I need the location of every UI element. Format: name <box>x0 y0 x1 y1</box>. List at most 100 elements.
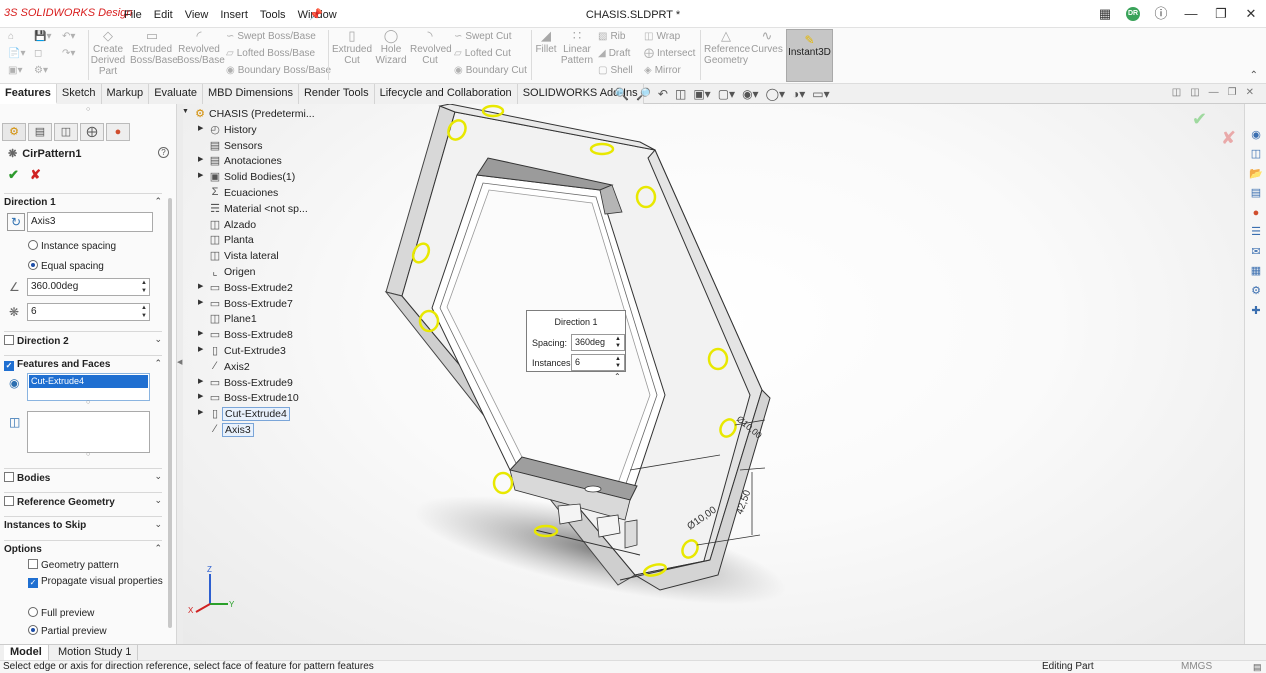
zoom-area-icon[interactable]: 🔎 <box>636 87 651 101</box>
collapse-ribbon-icon[interactable]: ⌃ <box>1250 70 1258 81</box>
minimize-button[interactable]: — <box>1182 5 1200 23</box>
pin-menu-icon[interactable]: 📌 <box>309 8 323 21</box>
features-selection-box[interactable]: Cut-Extrude4 <box>27 373 150 401</box>
draft-button[interactable]: ◢ Draft <box>598 48 630 59</box>
resize-handle-icon[interactable]: ○ <box>86 451 90 458</box>
expand-arrow-icon[interactable]: ▶ <box>198 329 203 337</box>
viewport-minimize-icon[interactable]: — <box>1209 87 1219 98</box>
extruded-boss-button[interactable]: ▭ Extruded Boss/Base <box>130 29 178 66</box>
propagate-visual-checkbox[interactable]: ✓ Propagate visual properties <box>28 576 163 588</box>
panel-handle-icon[interactable]: ○ <box>86 106 90 113</box>
status-options-icon[interactable]: ▤ <box>1253 661 1262 673</box>
resize-handle-icon[interactable]: ○ <box>86 399 90 406</box>
direction1-section-header[interactable]: Direction 1 ⌃ <box>4 193 162 208</box>
angle-spinner[interactable]: 360.00deg ▲ ▼ <box>27 278 150 296</box>
instances-to-skip-section-header[interactable]: Instances to Skip ⌄ <box>4 516 162 531</box>
spinner-arrows-icon[interactable]: ▲ ▼ <box>141 279 147 295</box>
reference-geometry-section-header[interactable]: Reference Geometry ⌄ <box>4 492 162 508</box>
viewport-split-icon[interactable]: ◫ <box>1172 87 1181 98</box>
faces-selection-box[interactable] <box>27 411 150 453</box>
zoom-to-fit-icon[interactable]: 🔍 <box>614 87 629 101</box>
expand-arrow-icon[interactable]: ▶ <box>198 298 203 306</box>
pattern-instance[interactable] <box>492 471 514 495</box>
apply-scene-icon[interactable]: ◑▾ <box>792 87 805 101</box>
model-3d[interactable]: Ø10,00 Ø10,00 42,50 Z Y X ✔ ✘ <box>183 104 1244 644</box>
direction1-callout[interactable]: Direction 1 Spacing: 360deg ▲ ▼ Instances:… <box>526 310 626 372</box>
callout-collapse-icon[interactable]: ⌃ <box>614 372 621 381</box>
dimxpert-manager-tab-icon[interactable]: ⨁ <box>80 123 104 141</box>
wrap-button[interactable]: ◫ Wrap <box>644 31 680 42</box>
edit-appearance-icon[interactable]: ◯▾ <box>766 87 785 101</box>
tab-markup[interactable]: Markup <box>101 84 150 104</box>
ok-button[interactable]: ✔ <box>8 167 19 183</box>
design-library-icon[interactable]: ◫ <box>1249 147 1263 161</box>
confirm-cancel-icon[interactable]: ✘ <box>1221 128 1236 148</box>
configuration-manager-tab-icon[interactable]: ◫ <box>54 123 78 141</box>
section-view-icon[interactable]: ◫ <box>675 87 686 101</box>
save-icon[interactable]: 💾▾ <box>34 31 54 42</box>
partial-preview-radio[interactable]: Partial preview <box>28 625 107 637</box>
restore-button[interactable]: ❐ <box>1212 5 1230 23</box>
fillet-button[interactable]: ◢ Fillet <box>534 29 558 55</box>
hole-wizard-button[interactable]: ◯ Hole Wizard <box>372 29 410 66</box>
property-manager-tab-icon[interactable]: ▤ <box>28 123 52 141</box>
pm-scrollbar[interactable] <box>168 198 172 628</box>
full-preview-radio[interactable]: Full preview <box>28 607 94 619</box>
unit-system[interactable]: MMGS <box>1181 661 1212 673</box>
help-icon[interactable]: ⓘ <box>1152 5 1170 23</box>
spinner-arrows-icon[interactable]: ▲ ▼ <box>615 336 621 350</box>
features-faces-checkbox[interactable]: ✓ <box>4 361 14 371</box>
reverse-direction-icon[interactable]: ↻ <box>7 213 25 231</box>
confirm-ok-icon[interactable]: ✔ <box>1192 109 1207 129</box>
intersect-button[interactable]: ⨁ Intersect <box>644 48 695 59</box>
menu-tools[interactable]: Tools <box>254 9 292 21</box>
bodies-section-header[interactable]: Bodies ⌄ <box>4 468 162 484</box>
home-icon[interactable]: ⌂ <box>8 31 17 42</box>
cancel-button[interactable]: ✘ <box>30 167 41 183</box>
view-orientation-icon[interactable]: ▣▾ <box>693 87 710 101</box>
task-scheduler-icon[interactable]: ✚ <box>1249 304 1263 318</box>
revolved-cut-button[interactable]: ◝ Revolved Cut <box>410 29 452 66</box>
geometry-pattern-checkbox[interactable]: Geometry pattern <box>28 559 119 571</box>
file-explorer-icon[interactable]: 📂 <box>1249 167 1263 181</box>
direction2-checkbox[interactable] <box>4 335 14 345</box>
menu-insert[interactable]: Insert <box>214 9 254 21</box>
hide-show-items-icon[interactable]: ◉▾ <box>742 87 759 101</box>
previous-view-icon[interactable]: ↶ <box>658 87 668 101</box>
lofted-boss-button[interactable]: ▱ Lofted Boss/Base <box>226 48 315 59</box>
callout-spacing-field[interactable]: 360deg ▲ ▼ <box>571 334 625 351</box>
feature-manager-tab-icon[interactable]: ⚙ <box>2 123 26 141</box>
instant3d-button[interactable]: ✎ Instant3D <box>786 29 833 82</box>
instances-spinner[interactable]: 6 ▲ ▼ <box>27 303 150 321</box>
appearances-icon[interactable]: ● <box>1249 206 1263 220</box>
tab-model[interactable]: Model <box>4 645 49 661</box>
graphics-area[interactable]: Ø10,00 Ø10,00 42,50 Z Y X ✔ ✘ Direction … <box>183 104 1244 644</box>
features-faces-section-header[interactable]: ✓ Features and Faces ⌃ <box>4 355 162 371</box>
options-section-header[interactable]: Options ⌃ <box>4 540 162 555</box>
display-manager-tab-icon[interactable]: ● <box>106 123 130 141</box>
solidworks-logo[interactable]: 3S SOLIDWORKS Design <box>4 7 132 19</box>
pm-help-icon[interactable]: ? <box>158 147 169 158</box>
menu-edit[interactable]: Edit <box>148 9 179 21</box>
solidworks-resources-icon[interactable]: ◉ <box>1249 128 1263 142</box>
reference-geometry-button[interactable]: △ Reference Geometry <box>704 29 750 66</box>
tab-features[interactable]: Features <box>0 84 57 104</box>
expand-arrow-icon[interactable]: ▶ <box>198 392 203 400</box>
spinner-arrows-icon[interactable]: ▲ ▼ <box>141 304 147 320</box>
expand-arrow-icon[interactable]: ▶ <box>198 282 203 290</box>
instance-spacing-radio[interactable]: Instance spacing <box>28 240 116 252</box>
revolved-boss-button[interactable]: ◜ Revolved Boss/Base <box>177 29 225 66</box>
options-gear-icon[interactable]: ⚙▾ <box>34 65 51 76</box>
viewport-restore-icon[interactable]: ❐ <box>1228 87 1237 98</box>
shell-button[interactable]: ▢ Shell <box>598 65 633 76</box>
direction2-section-header[interactable]: Direction 2 ⌄ <box>4 331 162 347</box>
close-button[interactable]: ✕ <box>1242 5 1260 23</box>
display-style-icon[interactable]: ▢▾ <box>718 87 735 101</box>
tab-mbd-dimensions[interactable]: MBD Dimensions <box>203 84 299 104</box>
menu-view[interactable]: View <box>179 9 215 21</box>
selected-feature[interactable]: Cut-Extrude4 <box>29 375 148 388</box>
solidworks-forum-icon[interactable]: ⚙ <box>1249 284 1263 298</box>
user-avatar[interactable]: DR <box>1126 7 1140 21</box>
curves-button[interactable]: ∿ Curves <box>750 29 784 55</box>
print-icon[interactable]: ◻ <box>34 48 45 59</box>
